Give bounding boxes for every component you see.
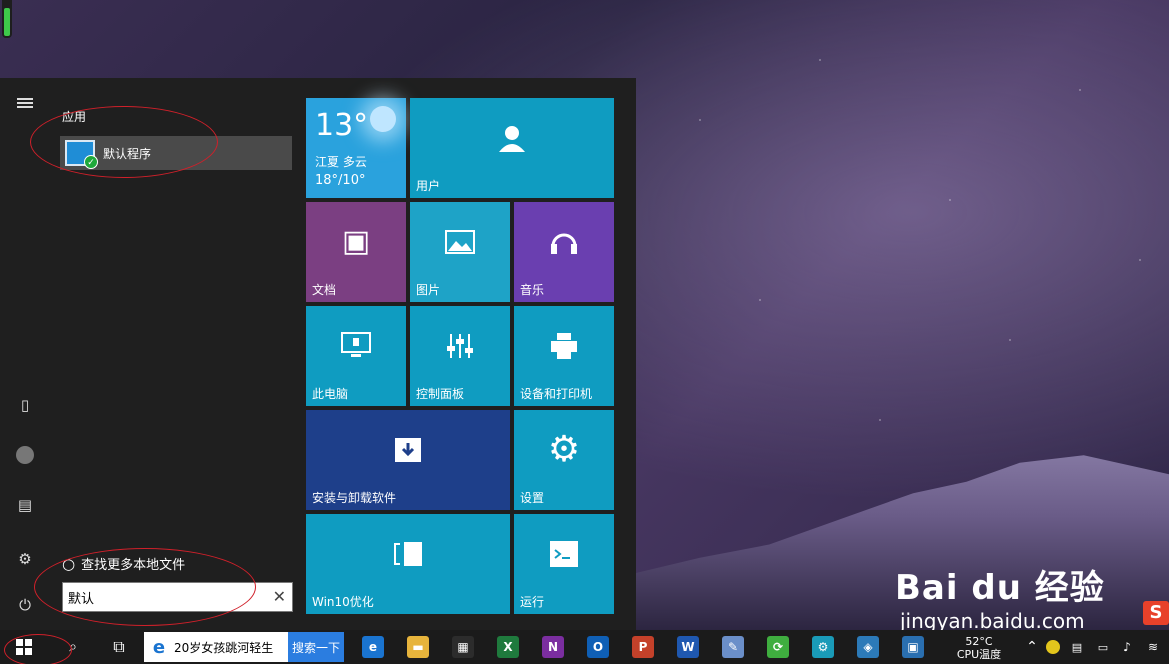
tray-app-icon[interactable]: [1044, 630, 1062, 664]
battery-icon[interactable]: ▭: [1094, 630, 1112, 664]
tray-overflow-icon[interactable]: ⌃: [1024, 630, 1040, 664]
tile-music[interactable]: 音乐: [514, 202, 614, 302]
user-icon: [410, 98, 614, 177]
news-search-widget[interactable]: e 20岁女孩跳河轻生 搜索一下: [144, 632, 344, 662]
tile-this-pc[interactable]: 此电脑: [306, 306, 406, 406]
edge-icon: e: [362, 636, 384, 658]
clear-icon[interactable]: ✕: [273, 587, 286, 606]
tile-win10opt[interactable]: Win10优化: [306, 514, 510, 614]
taskbar-app-edge[interactable]: e: [358, 630, 388, 664]
headphones-icon: [514, 202, 614, 281]
sun-icon: [370, 106, 396, 132]
tile-install[interactable]: 安装与卸载软件: [306, 410, 510, 510]
onenote-icon: N: [542, 636, 564, 658]
news-search-button[interactable]: 搜索一下: [288, 632, 344, 662]
outlook-icon: O: [587, 636, 609, 658]
news-text: 20岁女孩跳河轻生: [174, 640, 274, 655]
tile-label: 音乐: [520, 283, 545, 297]
sliders-icon: [410, 306, 510, 385]
tile-label: 图片: [416, 283, 441, 297]
cpu-temp-value: 52°C: [965, 635, 993, 648]
weather-range: 18°/10°: [315, 173, 366, 188]
ie-icon: e: [152, 636, 166, 658]
tile-settings[interactable]: ⚙ 设置: [514, 410, 614, 510]
taskbar-app-word[interactable]: W: [673, 630, 703, 664]
cpu-temp-tray[interactable]: 52°C CPU温度: [948, 630, 1010, 664]
tool-app-icon: ◈: [857, 636, 879, 658]
tile-label: 文档: [312, 283, 337, 297]
taskbar-app-excel[interactable]: X: [493, 630, 523, 664]
settings-icon[interactable]: ⚙: [14, 548, 36, 570]
taskbar-app-settings-app[interactable]: ⚙: [808, 630, 838, 664]
cpu-gauge-fill: [4, 8, 10, 36]
powerpoint-icon: P: [632, 636, 654, 658]
tile-documents[interactable]: ▣ 文档: [306, 202, 406, 302]
picture-icon: [410, 202, 510, 281]
taskbar-app-tool-app[interactable]: ◈: [853, 630, 883, 664]
run-icon: [514, 514, 614, 593]
tile-run[interactable]: 运行: [514, 514, 614, 614]
tile-label: 控制面板: [416, 387, 465, 401]
baidu-watermark: Bai du 经验: [895, 568, 1105, 608]
taskbar-app-network-app[interactable]: ▣: [898, 630, 928, 664]
task-view-button[interactable]: ⧉: [104, 630, 134, 664]
install-box-icon: [306, 410, 510, 489]
tablet-mode-icon[interactable]: ▯: [14, 394, 36, 416]
annotation-ellipse: [30, 106, 218, 178]
tile-label: 安装与卸载软件: [312, 491, 397, 505]
tile-label: Win10优化: [312, 595, 374, 609]
network-app-icon: ▣: [902, 636, 924, 658]
weather-location: 江夏 多云: [315, 155, 367, 169]
annotation-ellipse: [34, 548, 256, 626]
sogou-ime-icon[interactable]: S: [1143, 601, 1169, 625]
taskbar-app-powerpoint[interactable]: P: [628, 630, 658, 664]
power-icon[interactable]: ⏻: [14, 594, 36, 616]
refresh-app-icon: ⟳: [767, 636, 789, 658]
tile-devices[interactable]: 设备和打印机: [514, 306, 614, 406]
weather-temp: 13°: [315, 108, 369, 143]
tile-label: 运行: [520, 595, 545, 609]
tile-users[interactable]: 用户: [410, 98, 614, 198]
annotation-ellipse: [4, 634, 72, 664]
excel-icon: X: [497, 636, 519, 658]
document-icon: ▣: [341, 224, 371, 259]
network-icon[interactable]: ≋: [1142, 630, 1164, 664]
tile-pictures[interactable]: 图片: [410, 202, 510, 302]
volume-icon[interactable]: ♪: [1118, 630, 1136, 664]
taskbar-app-onenote[interactable]: N: [538, 630, 568, 664]
cpu-temp-label: CPU温度: [956, 648, 1002, 661]
monitor-icon: [306, 306, 406, 385]
taskbar-app-store[interactable]: ▦: [448, 630, 478, 664]
hamburger-icon[interactable]: [14, 92, 36, 114]
tile-label: 用户: [416, 179, 441, 193]
tile-label: 设置: [520, 491, 545, 505]
file-explorer-icon[interactable]: ▤: [14, 494, 36, 516]
tray-printer-icon[interactable]: ▤: [1068, 630, 1086, 664]
task-view-icon: ⧉: [113, 637, 125, 656]
taskbar-app-paint[interactable]: ✎: [718, 630, 748, 664]
settings-app-icon: ⚙: [812, 636, 834, 658]
paint-icon: ✎: [722, 636, 744, 658]
printer-icon: [514, 306, 614, 385]
tile-weather[interactable]: 13° 江夏 多云 18°/10°: [306, 98, 406, 198]
tile-label: 设备和打印机: [520, 387, 593, 401]
tile-label: 此电脑: [312, 387, 349, 401]
word-icon: W: [677, 636, 699, 658]
optimize-icon: [306, 514, 510, 593]
cpu-gauge-widget: [2, 0, 12, 38]
user-icon[interactable]: [14, 444, 36, 466]
tile-control-panel[interactable]: 控制面板: [410, 306, 510, 406]
gear-icon: ⚙: [547, 429, 581, 470]
start-menu: ▯ ▤ ⚙ ⏻ 应用 ✓ 默认程序 ○ 查找更多本地文件 默认 ✕ 13° 江夏…: [0, 78, 636, 630]
store-icon: ▦: [452, 636, 474, 658]
taskbar-app-outlook[interactable]: O: [583, 630, 613, 664]
file-explorer-icon: ▬: [407, 636, 429, 658]
taskbar-app-file-explorer[interactable]: ▬: [403, 630, 433, 664]
taskbar-app-refresh-app[interactable]: ⟳: [763, 630, 793, 664]
